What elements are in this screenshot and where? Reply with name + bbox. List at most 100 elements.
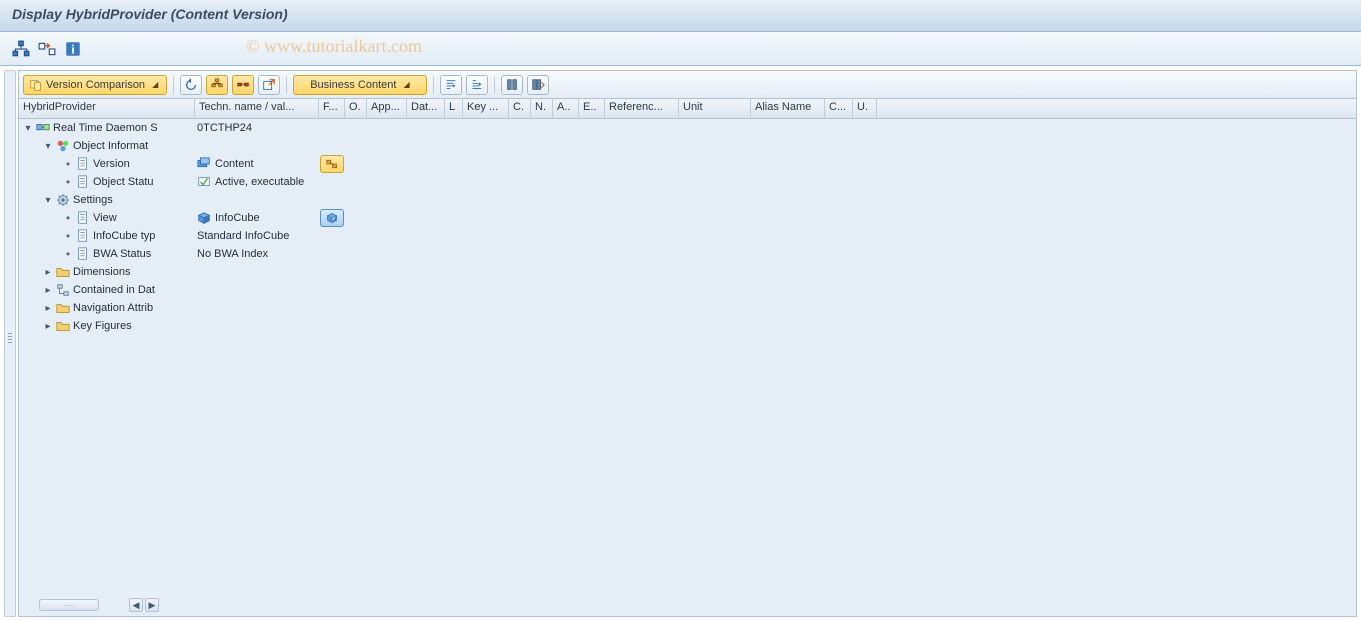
tree-nav-attr-row[interactable]: ▸ Navigation Attrib — [19, 299, 1356, 317]
expander-icon[interactable]: ▾ — [23, 123, 33, 134]
bullet-icon: • — [63, 231, 73, 241]
hybridprovider-icon — [36, 121, 50, 135]
tree-view-row[interactable]: • View InfoCube — [19, 209, 1356, 227]
active-icon — [197, 175, 211, 189]
bullet-icon: • — [63, 177, 73, 187]
column-header[interactable]: Key ... — [463, 99, 509, 118]
tree-object-status-value: Active, executable — [215, 176, 304, 188]
folder-icon — [56, 319, 70, 333]
transfer-icon[interactable] — [38, 40, 56, 58]
column-header[interactable]: A.. — [553, 99, 579, 118]
bullet-icon: • — [63, 213, 73, 223]
document-icon — [76, 211, 90, 225]
column-header[interactable]: Unit — [679, 99, 751, 118]
tree-object-status-label: Object Statu — [93, 176, 154, 188]
tree-dimensions-label: Dimensions — [73, 266, 130, 278]
folder-icon — [56, 301, 70, 315]
page-title: Display HybridProvider (Content Version) — [12, 6, 288, 22]
main-toolbar: i — [0, 32, 1361, 66]
column-header[interactable]: Alias Name — [751, 99, 825, 118]
tree-infocube-type-value: Standard InfoCube — [197, 230, 289, 242]
column-header[interactable]: U. — [853, 99, 877, 118]
expander-icon[interactable]: ▸ — [43, 285, 53, 296]
column-header[interactable]: F... — [319, 99, 345, 118]
column-header[interactable]: App... — [367, 99, 407, 118]
tree-root-tech: 0TCTHP24 — [197, 122, 252, 134]
tree-version-value: Content — [215, 158, 254, 170]
scroll-right-icon[interactable]: ▶ — [145, 598, 159, 612]
column-header[interactable]: Techn. name / val... — [195, 99, 319, 118]
column-header[interactable]: Dat... — [407, 99, 445, 118]
expander-icon[interactable]: ▸ — [43, 267, 53, 278]
column-header[interactable]: HybridProvider — [19, 99, 195, 118]
tree-root-row[interactable]: ▾ Real Time Daemon S 0TCTHP24 — [19, 119, 1356, 137]
export-icon[interactable] — [258, 75, 280, 95]
hierarchy-icon[interactable] — [12, 40, 30, 58]
tree-settings-row[interactable]: ▾ Settings — [19, 191, 1356, 209]
column-header[interactable]: C. — [509, 99, 531, 118]
content-panel: Version Comparison ◢ Business Content ◢ — [18, 70, 1357, 617]
bullet-icon: • — [63, 159, 73, 169]
hierarchy-expand-icon[interactable] — [206, 75, 228, 95]
dropdown-indicator-icon: ◢ — [403, 80, 409, 89]
tree-infocube-type-row[interactable]: • InfoCube typ Standard InfoCube — [19, 227, 1356, 245]
tree-settings-label: Settings — [73, 194, 113, 206]
refresh-icon[interactable] — [180, 75, 202, 95]
tree-key-figures-row[interactable]: ▸ Key Figures — [19, 317, 1356, 335]
tree-nav-attr-label: Navigation Attrib — [73, 302, 153, 314]
expander-icon[interactable]: ▸ — [43, 321, 53, 332]
dropdown-indicator-icon: ◢ — [152, 80, 158, 89]
tree-bwa-status-row[interactable]: • BWA Status No BWA Index — [19, 245, 1356, 263]
sort-desc-icon[interactable] — [440, 75, 462, 95]
tree-view-value: InfoCube — [215, 212, 260, 224]
horizontal-scroll: ⋯ ◀ ▶ — [39, 598, 159, 612]
tree-object-status-row[interactable]: • Object Statu Active, executable — [19, 173, 1356, 191]
column-header[interactable]: C... — [825, 99, 853, 118]
expander-icon[interactable]: ▸ — [43, 303, 53, 314]
tree-object-info-row[interactable]: ▾ Object Informat — [19, 137, 1356, 155]
splitter-rail-left[interactable] — [4, 70, 16, 617]
title-bar: Display HybridProvider (Content Version) — [0, 0, 1361, 32]
scroll-left-icon[interactable]: ◀ — [129, 598, 143, 612]
tree-bwa-status-label: BWA Status — [93, 248, 151, 260]
tree-contained-row[interactable]: ▸ Contained in Dat — [19, 281, 1356, 299]
scroll-thumb[interactable]: ⋯ — [39, 599, 99, 611]
svg-text:i: i — [71, 42, 75, 56]
document-icon — [76, 157, 90, 171]
column-header[interactable]: E.. — [579, 99, 605, 118]
version-comparison-button[interactable]: Version Comparison ◢ — [23, 75, 167, 95]
document-icon — [76, 229, 90, 243]
tree-infocube-type-label: InfoCube typ — [93, 230, 155, 242]
document-icon — [76, 175, 90, 189]
tree-contained-label: Contained in Dat — [73, 284, 155, 296]
business-content-label: Business Content — [310, 79, 396, 91]
column-header[interactable]: N. — [531, 99, 553, 118]
tree-view-label: View — [93, 212, 117, 224]
object-info-icon — [56, 139, 70, 153]
column-header[interactable]: O. — [345, 99, 367, 118]
expander-icon[interactable]: ▾ — [43, 141, 53, 152]
hierarchy-collapse-icon[interactable] — [232, 75, 254, 95]
find-icon[interactable] — [501, 75, 523, 95]
business-content-button[interactable]: Business Content ◢ — [293, 75, 426, 95]
column-header[interactable]: Referenc... — [605, 99, 679, 118]
tree-key-figures-label: Key Figures — [73, 320, 132, 332]
tree-version-row[interactable]: • Version Content — [19, 155, 1356, 173]
document-icon — [76, 247, 90, 261]
column-header[interactable]: L — [445, 99, 463, 118]
folder-icon — [56, 265, 70, 279]
sub-toolbar: Version Comparison ◢ Business Content ◢ — [19, 71, 1356, 99]
view-infocube-action[interactable] — [320, 209, 344, 227]
find-next-icon[interactable] — [527, 75, 549, 95]
infocube-icon — [197, 211, 211, 225]
info-icon[interactable]: i — [64, 40, 82, 58]
settings-icon — [56, 193, 70, 207]
tree-dimensions-row[interactable]: ▸ Dimensions — [19, 263, 1356, 281]
dataflow-icon — [56, 283, 70, 297]
content-version-icon — [197, 157, 211, 171]
sort-asc-icon[interactable] — [466, 75, 488, 95]
expander-icon[interactable]: ▾ — [43, 195, 53, 206]
version-compare-action[interactable] — [320, 155, 344, 173]
tree-root-label: Real Time Daemon S — [53, 122, 158, 134]
column-headers: HybridProviderTechn. name / val...F...O.… — [19, 99, 1356, 119]
